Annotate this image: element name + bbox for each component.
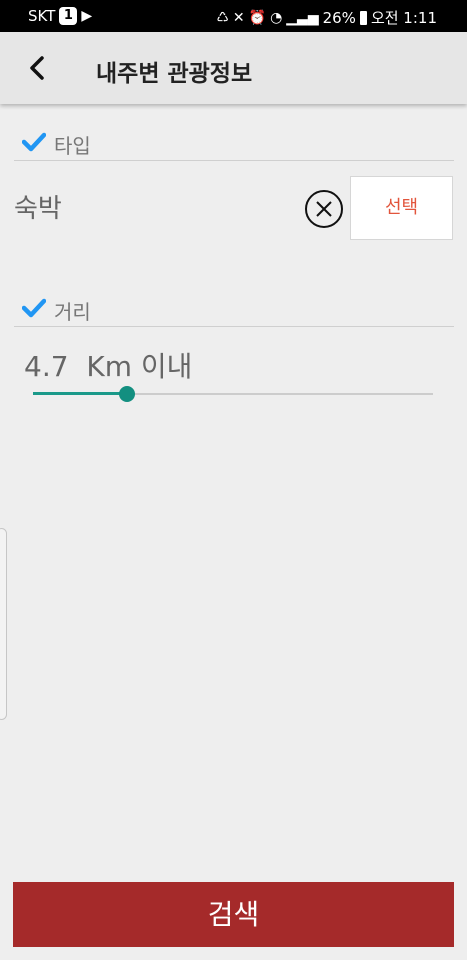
battery-percent: 26% [322, 8, 356, 27]
slider-thumb[interactable] [119, 386, 135, 402]
battery-icon [359, 10, 367, 25]
distance-value: 4.7 Km 이내 [24, 350, 193, 383]
distance-label: 거리 [54, 300, 91, 324]
wifi-icon: ◔ [270, 9, 283, 26]
clock: 오전 1:11 [370, 9, 437, 27]
carrier-label: SKT [28, 7, 56, 25]
type-label: 타입 [54, 134, 91, 158]
alarm-icon: ⏰ [248, 9, 267, 26]
status-bar: SKT 1 ▶ ♺ ✕ ⏰ ◔ ▁▃▅ 26% 오전 1:11 [0, 0, 467, 32]
search-button[interactable]: 검색 [13, 882, 454, 947]
sim-badge: 1 [59, 7, 78, 25]
signal-icon: ▁▃▅ [286, 9, 319, 26]
distance-section-header: 거리 [14, 292, 454, 327]
check-icon [22, 298, 46, 318]
check-icon [22, 132, 46, 152]
app-bar: 내주변 관광정보 [0, 32, 467, 104]
type-value: 숙박 [14, 194, 62, 224]
side-drawer-handle[interactable] [0, 528, 7, 720]
distance-slider[interactable] [33, 386, 433, 402]
clear-type-button[interactable] [304, 189, 344, 229]
mute-icon: ✕ [232, 9, 245, 26]
select-type-button[interactable]: 선택 [350, 176, 453, 240]
status-left: SKT 1 ▶ [28, 7, 92, 25]
back-arrow-icon [30, 56, 44, 80]
back-button[interactable] [22, 52, 54, 84]
play-store-icon: ▶ [81, 8, 93, 24]
clear-circle-x-icon [305, 190, 343, 228]
page-title: 내주변 관광정보 [96, 61, 253, 87]
slider-fill [33, 392, 127, 395]
status-right: ♺ ✕ ⏰ ◔ ▁▃▅ 26% 오전 1:11 [216, 7, 437, 28]
recycle-icon: ♺ [216, 9, 229, 26]
type-section-header: 타입 [14, 126, 454, 161]
